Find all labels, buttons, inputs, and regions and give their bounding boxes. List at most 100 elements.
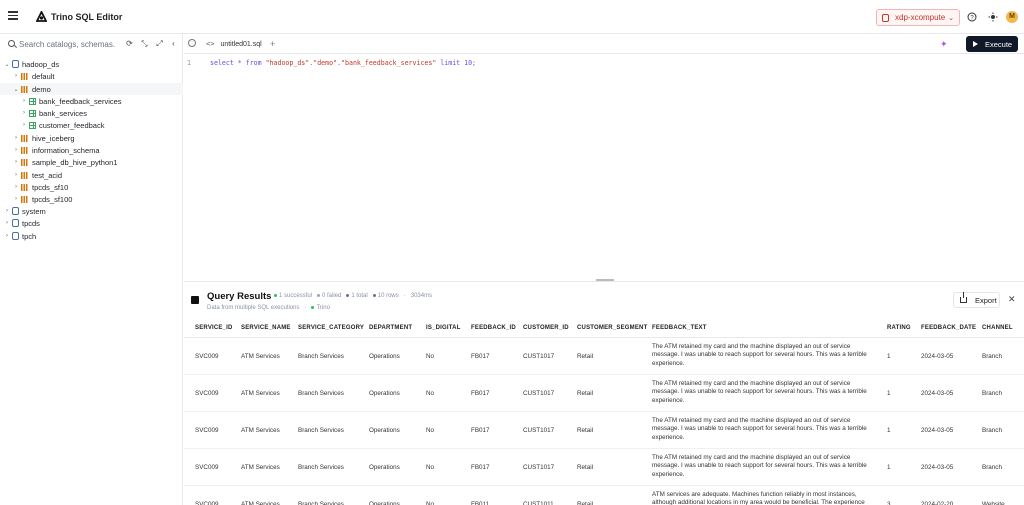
tab-untitled01[interactable]: <> untitled01.sql (206, 34, 262, 54)
tree-item[interactable]: › system (0, 205, 183, 217)
chevron-right-icon[interactable]: › (13, 73, 19, 79)
table-cell: SVC009 (195, 427, 219, 434)
chevron-down-icon[interactable]: ⌄ (13, 86, 19, 93)
avatar[interactable]: M (1006, 11, 1018, 23)
chevron-right-icon[interactable]: › (13, 147, 19, 153)
editor-tab-bar: <> untitled01.sql + ✦ Execute (184, 34, 1024, 54)
export-button[interactable]: Export (953, 292, 1000, 308)
table-row[interactable]: SVC009 ATM Services Branch Services Operati… (184, 449, 1024, 486)
tree-item[interactable]: › customer_feedback (0, 119, 183, 131)
chevron-right-icon[interactable]: › (21, 110, 27, 116)
tree-item[interactable]: › bank_services (0, 107, 183, 119)
column-header[interactable]: FEEDBACK_DATE (921, 325, 976, 331)
column-header[interactable]: RATING (887, 325, 911, 331)
tree-item[interactable]: ⌄ demo (0, 83, 183, 95)
table-cell: ATM services are adequate. Machines func… (652, 491, 865, 505)
expand-icon[interactable]: ⤢ (155, 39, 164, 48)
chevron-right-icon[interactable]: › (13, 159, 19, 165)
tree-item[interactable]: › tpcds_sf100 (0, 193, 183, 205)
tree-item[interactable]: › sample_db_hive_python1 (0, 156, 183, 168)
history-icon[interactable] (188, 39, 196, 47)
collapse-icon[interactable]: ⤡ (140, 39, 149, 48)
code-keyword: select * from (210, 59, 266, 67)
tree-item[interactable]: › information_schema (0, 144, 183, 156)
table-cell: CUST1017 (523, 427, 555, 434)
table-row[interactable]: SVC009 ATM Services Branch Services Operati… (184, 338, 1024, 375)
table-row[interactable]: SVC009 ATM Services Branch Services Operati… (184, 375, 1024, 412)
close-icon[interactable]: ✕ (1008, 294, 1016, 305)
table-cell: SVC009 (195, 464, 219, 471)
schema-icon (21, 183, 29, 191)
tree-item[interactable]: › bank_feedback_services (0, 95, 183, 107)
chevron-left-icon[interactable]: ‹ (169, 39, 178, 48)
tree-item[interactable]: › tpch (0, 230, 183, 242)
sparkle-icon[interactable]: ✦ (940, 39, 948, 50)
table-cell: No (426, 464, 435, 471)
column-header[interactable]: FEEDBACK_ID (471, 325, 516, 331)
execute-label: Execute (985, 39, 1013, 49)
code-string: "demo" (313, 59, 338, 67)
execute-button[interactable]: Execute (966, 36, 1018, 52)
tree-item-label: tpch (22, 231, 37, 241)
table-cell: No (426, 353, 435, 360)
table-row[interactable]: SVC009 ATM Services Branch Services Operati… (184, 486, 1024, 505)
tree-item-label: customer_feedback (39, 120, 105, 130)
column-header[interactable]: SERVICE_CATEGORY (298, 325, 364, 331)
table-row[interactable]: SVC009 ATM Services Branch Services Operati… (184, 412, 1024, 449)
tree-item[interactable]: › test_acid (0, 169, 183, 181)
table-cell: Branch Services (298, 501, 344, 505)
chevron-right-icon[interactable]: › (13, 184, 19, 190)
table-cell: Operations (369, 427, 400, 434)
column-header[interactable]: DEPARTMENT (369, 325, 412, 331)
schema-icon (21, 146, 29, 154)
chevron-right-icon[interactable]: › (13, 196, 19, 202)
table-cell: Retail (577, 427, 594, 434)
chevron-down-icon[interactable]: ⌄ (4, 61, 10, 68)
tree-item[interactable]: › tpcds (0, 217, 183, 229)
table-cell: No (426, 427, 435, 434)
engine-badge: Trino (311, 305, 330, 311)
results-icon (191, 296, 199, 304)
help-icon[interactable]: ? (966, 12, 977, 23)
results-title: Query Results (207, 291, 272, 302)
search-input[interactable] (19, 38, 115, 50)
play-icon (973, 41, 978, 47)
table-icon (29, 97, 36, 105)
resize-handle[interactable] (596, 279, 614, 281)
add-tab-icon[interactable]: + (270, 39, 275, 49)
column-header[interactable]: CHANNEL (982, 325, 1013, 331)
column-header[interactable]: CUSTOMER_SEGMENT (577, 325, 647, 331)
tree-item-label: hadoop_ds (22, 59, 60, 69)
refresh-icon[interactable]: ⟳ (125, 39, 134, 48)
trino-logo (36, 11, 47, 22)
chevron-right-icon[interactable]: › (4, 220, 10, 226)
chevron-right-icon[interactable]: › (4, 208, 10, 214)
table-cell: Branch (982, 353, 1002, 360)
cluster-selector[interactable]: xdp-xcompute ⌄ (876, 9, 960, 26)
table-cell: ATM Services (241, 427, 280, 434)
table-cell: Branch (982, 390, 1002, 397)
tree-item[interactable]: ⌄ hadoop_ds (0, 58, 183, 70)
tree-item[interactable]: › tpcds_sf10 (0, 181, 183, 193)
tree-item-label: tpcds (22, 218, 40, 228)
tree-item[interactable]: › hive_iceberg (0, 132, 183, 144)
chevron-right-icon[interactable]: › (21, 122, 27, 128)
table-cell: ATM Services (241, 464, 280, 471)
tree-item[interactable]: › default (0, 70, 183, 82)
chevron-right-icon[interactable]: › (13, 172, 19, 178)
column-header[interactable]: SERVICE_ID (195, 325, 233, 331)
column-header[interactable]: IS_DIGITAL (426, 325, 461, 331)
column-header[interactable]: CUSTOMER_ID (523, 325, 569, 331)
chevron-right-icon[interactable]: › (21, 98, 27, 104)
table-cell: FB017 (471, 390, 490, 397)
chevron-right-icon[interactable]: › (13, 135, 19, 141)
column-header[interactable]: FEEDBACK_TEXT (652, 325, 707, 331)
menu-icon[interactable] (8, 11, 18, 21)
theme-icon[interactable] (987, 12, 998, 23)
subtitle-text: Data from multiple SQL executions (207, 305, 300, 311)
column-header[interactable]: SERVICE_NAME (241, 325, 291, 331)
tree-item-label: tpcds_sf10 (32, 182, 69, 192)
table-cell: Operations (369, 390, 400, 397)
chevron-right-icon[interactable]: › (4, 233, 10, 239)
code-line[interactable]: select * from "hadoop_ds"."demo"."bank_f… (210, 59, 476, 67)
